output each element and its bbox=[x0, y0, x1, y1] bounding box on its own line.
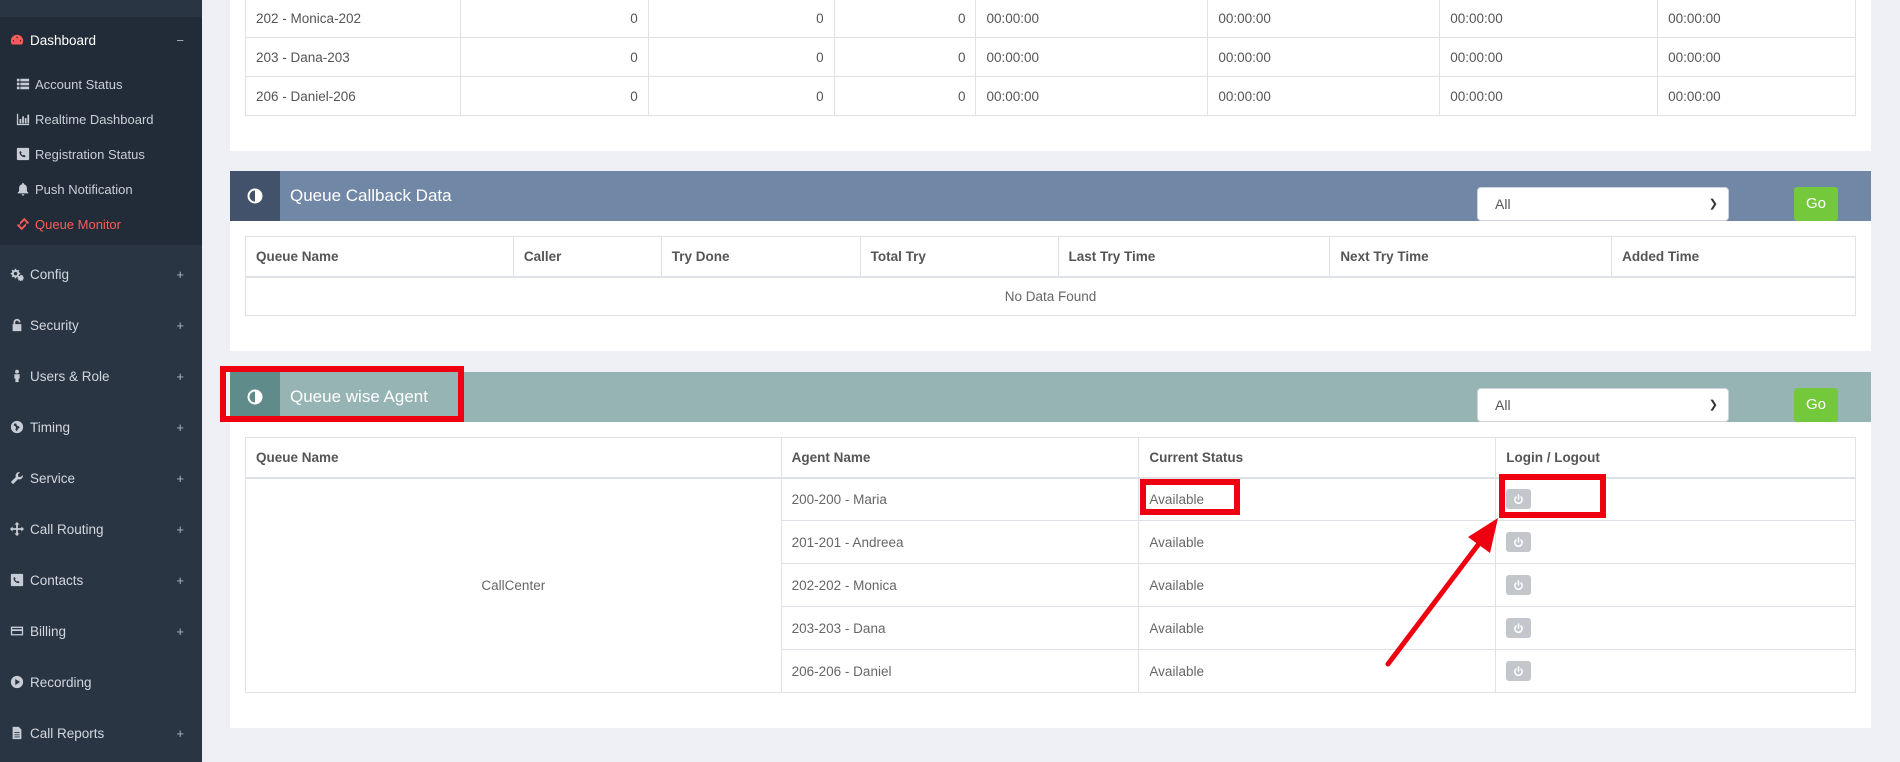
annotation-arrow bbox=[1385, 518, 1498, 667]
